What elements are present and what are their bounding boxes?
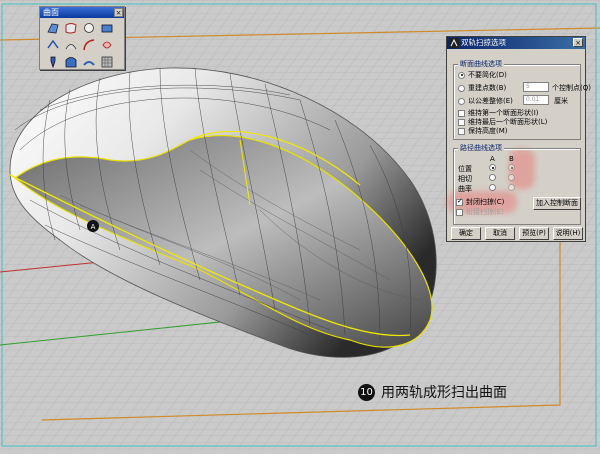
chk-maintain-height[interactable]: 保持高度(M) (458, 126, 508, 136)
checkbox-label: 封闭扫掠(C) (466, 198, 505, 206)
preview-button[interactable]: 预览(P) (519, 227, 549, 240)
checkbox[interactable] (458, 118, 465, 126)
help-button[interactable]: 说明(H) (553, 227, 583, 240)
row-position-label: 位置 (458, 165, 472, 173)
loft-icon[interactable] (62, 37, 79, 53)
corner-points-surface-icon[interactable] (44, 20, 61, 36)
edge-curves-surface-icon[interactable] (62, 20, 79, 36)
blend-icon[interactable] (80, 54, 97, 70)
extrude-icon[interactable] (44, 37, 61, 53)
chk-seamless-sweep[interactable]: 衔接扫掠(E) (456, 207, 504, 217)
checkbox[interactable] (458, 109, 465, 117)
checkbox[interactable] (456, 197, 463, 206)
dialog-app-icon (449, 38, 459, 48)
surfaces-toolbar[interactable]: 曲面 × (39, 6, 125, 70)
rebuild-points-input[interactable]: 5 (523, 82, 549, 92)
toolbar-close-button[interactable]: × (114, 8, 123, 17)
ok-button[interactable]: 确定 (451, 227, 481, 240)
step-caption: 10 用两轨成形扫出曲面 (358, 382, 507, 402)
row-tangent-label: 相切 (458, 175, 472, 183)
radio-label: 重建点数(B) (468, 84, 507, 92)
checkbox-label: 衔接扫掠(E) (466, 208, 504, 216)
step-caption-text: 用两轨成形扫出曲面 (381, 385, 507, 401)
checkbox[interactable] (458, 127, 465, 135)
cancel-button[interactable]: 取消 (485, 227, 515, 240)
toolbar-title: 曲面 (40, 7, 124, 18)
radio-button[interactable] (458, 71, 465, 79)
row-curvature-label: 曲率 (458, 185, 472, 193)
network-surface-icon[interactable] (62, 54, 79, 70)
revolve-icon[interactable] (98, 37, 115, 53)
rail-options-group-label: 路径曲线选项 (458, 143, 504, 153)
svg-text:A: A (91, 223, 96, 231)
sweep-rail-icon[interactable] (80, 37, 97, 53)
radio-position-b[interactable] (508, 164, 515, 171)
sweep-2-rails-dialog[interactable]: 双轨扫掠选项 × 断面曲线选项 不要简化(D) 重建点数(B) 5 个控制点(Q… (446, 36, 591, 242)
column-a-header: A (490, 155, 495, 163)
radio-button[interactable] (458, 97, 465, 105)
checkbox-label: 保持高度(M) (468, 127, 508, 135)
drape-icon[interactable] (98, 54, 115, 70)
patch-icon[interactable] (44, 54, 61, 70)
radio-no-simplify[interactable]: 不要简化(D) (458, 70, 507, 80)
radio-tangent-b[interactable] (508, 174, 515, 181)
chk-closed-sweep[interactable]: 封闭扫掠(C) (456, 197, 504, 207)
step-number: 10 (358, 383, 375, 401)
dialog-title: 双轨扫掠选项 (461, 38, 506, 47)
radio-position-a[interactable] (489, 164, 496, 171)
radio-label: 以公差整修(E) (468, 97, 513, 105)
rebuild-unit-label: 个控制点(Q) (552, 84, 591, 92)
rectangle-plane-icon[interactable] (98, 20, 115, 36)
cross-section-group-label: 断面曲线选项 (458, 59, 504, 69)
column-b-header: B (509, 155, 514, 163)
radio-refit[interactable]: 以公差整修(E) (458, 96, 513, 106)
planar-curves-surface-icon[interactable] (80, 20, 97, 36)
dialog-close-button[interactable]: × (573, 38, 583, 47)
radio-tangent-a[interactable] (489, 174, 496, 181)
checkbox[interactable] (456, 208, 463, 216)
radio-curvature-a[interactable] (489, 184, 496, 191)
refit-tolerance-input[interactable]: 0.01 (523, 95, 549, 105)
add-slash-button[interactable]: 加入控制断面 (533, 197, 581, 210)
dialog-title-bar: 双轨扫掠选项 × (447, 37, 585, 49)
radio-label: 不要简化(D) (468, 71, 507, 79)
refit-unit-label: 厘米 (554, 97, 568, 105)
radio-rebuild[interactable]: 重建点数(B) (458, 83, 506, 93)
radio-curvature-b[interactable] (508, 184, 515, 191)
radio-button[interactable] (458, 84, 465, 92)
